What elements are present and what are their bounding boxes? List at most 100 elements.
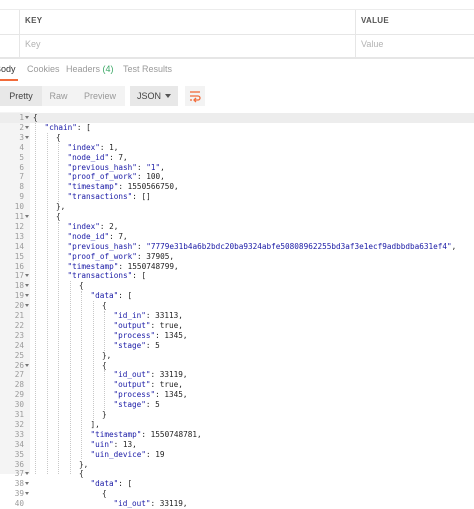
pretty-button[interactable]: Pretty [0, 86, 42, 106]
line-number: 40 [14, 499, 24, 509]
code-line: 25}, [0, 351, 474, 361]
fold-toggle-icon[interactable] [25, 274, 29, 278]
json-token: { [102, 301, 107, 311]
line-number: 16 [14, 261, 24, 271]
fold-toggle-icon[interactable] [25, 284, 29, 288]
json-token: : [136, 241, 147, 251]
json-token: : [ [76, 122, 91, 132]
code-line: 31} [0, 410, 474, 420]
line-number: 10 [14, 202, 24, 212]
code-text: "stage": 5 [114, 400, 160, 410]
raw-button[interactable]: Raw [42, 86, 75, 106]
code-line: 40 "id_out": 33119, [0, 499, 474, 509]
json-token: { [33, 113, 38, 122]
row-checkbox[interactable] [0, 33, 20, 57]
code-text: "proof_of_work": 37905, [68, 252, 174, 262]
json-key: "index" [67, 221, 100, 231]
code-text: "stage": 5 [114, 341, 160, 351]
line-number: 5 [19, 152, 24, 162]
indent-guide [46, 132, 48, 474]
fold-toggle-icon[interactable] [25, 304, 29, 308]
line-number: 1 [19, 113, 24, 122]
line-number: 7 [19, 172, 24, 182]
json-token: { [79, 281, 84, 291]
json-key: "timestamp" [90, 429, 142, 439]
code-text: { [56, 133, 61, 143]
line-number: 11 [14, 212, 24, 221]
json-key: "node_id" [67, 152, 110, 162]
code-line: 26 { [0, 361, 474, 371]
line-number: 6 [19, 162, 24, 172]
line-number: 36 [14, 459, 24, 469]
fold-toggle-icon[interactable] [25, 363, 29, 367]
json-token: : 7, [109, 152, 128, 162]
fold-toggle-icon[interactable] [25, 294, 29, 298]
code-line: 24 "stage": 5 [0, 341, 474, 351]
json-token: } [102, 410, 107, 419]
tab-headers[interactable]: Headers (4) [66, 64, 114, 74]
code-line: 1{ [0, 113, 474, 123]
tab-body[interactable]: Body [0, 64, 16, 74]
params-header-row: KEY VALUE [0, 10, 474, 35]
code-line: 34 "uin": 13, [0, 440, 474, 450]
line-number: 33 [14, 429, 24, 439]
code-text: }, [102, 351, 111, 361]
json-key: "output" [113, 380, 151, 390]
json-token: }, [79, 459, 89, 469]
json-key: "data" [90, 291, 119, 301]
code-line: 12 "index": 2, [0, 222, 474, 232]
value-input[interactable]: Value [356, 33, 474, 57]
active-tab-indicator [0, 79, 18, 81]
line-number: 12 [14, 221, 24, 231]
code-line: 10}, [0, 202, 474, 212]
json-token: : 1550748799, [118, 261, 179, 271]
tab-headers-label: Headers [66, 64, 101, 74]
fold-toggle-icon[interactable] [25, 215, 29, 218]
code-text: "node_id": 7, [68, 232, 128, 242]
tab-cookies[interactable]: Cookies [27, 64, 60, 74]
json-key: "stage" [113, 400, 146, 410]
code-text: { [79, 281, 84, 291]
code-text: { [79, 469, 84, 479]
fold-toggle-icon[interactable] [25, 482, 29, 486]
line-number: 38 [14, 479, 24, 489]
tab-test-results[interactable]: Test Results [123, 64, 172, 74]
indent-guide [69, 281, 71, 474]
code-text: "timestamp": 1550566750, [68, 182, 179, 192]
json-token: }, [102, 350, 112, 360]
line-number: 29 [14, 390, 24, 400]
wrap-lines-icon [190, 91, 201, 103]
format-select[interactable]: JSON [130, 86, 178, 106]
json-token: : 33119, [150, 499, 188, 509]
code-text: "transactions": [] [68, 192, 151, 202]
json-key: "id_in" [113, 311, 146, 320]
fold-toggle-icon[interactable] [25, 135, 29, 139]
line-number: 18 [14, 281, 24, 291]
format-select-value: JSON [137, 91, 162, 101]
wrap-lines-button[interactable] [185, 86, 205, 106]
line-number: 15 [14, 251, 24, 261]
code-text: "proof_of_work": 100, [68, 172, 165, 182]
code-line: 3{ [0, 133, 474, 143]
json-token: : 1550566750, [118, 182, 179, 192]
key-input[interactable]: Key [20, 33, 356, 57]
code-text: "output": true, [114, 321, 183, 331]
response-body-editor[interactable]: 1{2 "chain": [3{4 "index": 1, 5 "node_id": 7… [0, 112, 474, 508]
indent-guide [58, 142, 59, 203]
preview-button[interactable]: Preview [75, 86, 125, 106]
params-input-row: Key Value [0, 33, 474, 58]
code-text: { [102, 361, 107, 371]
response-tabs: Body Cookies Headers (4) Test Results [0, 60, 474, 82]
fold-toggle-icon[interactable] [25, 125, 29, 129]
fold-toggle-icon[interactable] [25, 116, 29, 119]
json-key: "transactions" [67, 192, 133, 202]
json-key: "output" [113, 320, 151, 330]
line-number: 26 [14, 360, 24, 370]
value-header-cell: VALUE [356, 10, 474, 34]
code-text: ], [91, 420, 100, 430]
params-top-strip [0, 0, 474, 10]
code-text: "chain": [ [45, 123, 91, 133]
fold-toggle-icon[interactable] [25, 492, 29, 496]
code-text: { [56, 212, 61, 222]
json-key: "timestamp" [67, 182, 119, 192]
